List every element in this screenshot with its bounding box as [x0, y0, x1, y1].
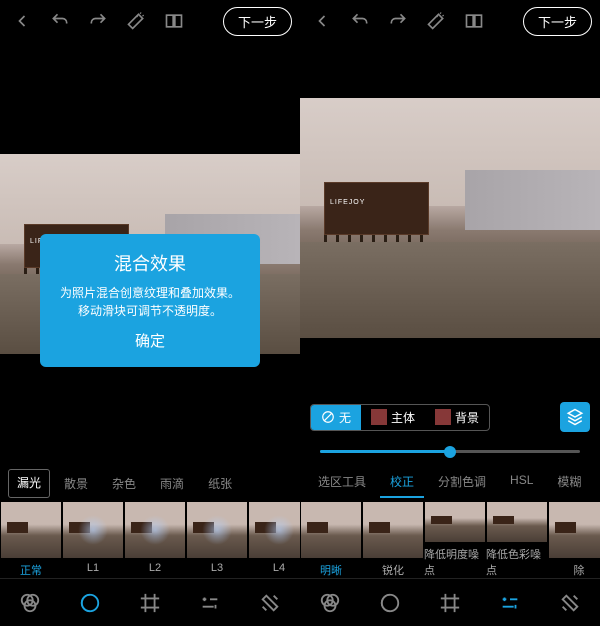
thumb-image [487, 502, 547, 542]
category-tab[interactable]: 漏光 [8, 469, 50, 498]
heal-icon[interactable] [250, 583, 290, 623]
category-tab[interactable]: 校正 [380, 467, 424, 498]
mask-subject-label: 主体 [391, 409, 415, 426]
photo: LIFEJOY [300, 98, 600, 338]
crop-icon[interactable] [130, 583, 170, 623]
category-tab[interactable]: 选区工具 [308, 467, 376, 498]
crop-icon[interactable] [430, 583, 470, 623]
mask-none-label: 无 [339, 409, 351, 426]
mask-background-label: 背景 [455, 409, 479, 426]
bottom-nav [300, 578, 600, 626]
thumb-label: L2 [149, 562, 161, 574]
topbar: 下一步 [0, 0, 300, 42]
thumb-label: L1 [87, 562, 99, 574]
blend-icon[interactable] [370, 583, 410, 623]
thumb-label: 正常 [20, 562, 42, 578]
effect-thumb[interactable]: L4 [248, 502, 300, 578]
back-icon[interactable] [308, 7, 336, 35]
thumb-image [301, 502, 361, 558]
thumb-label: 明晰 [320, 562, 342, 578]
thumb-image [63, 502, 123, 558]
thumb-label: 降低明度噪点 [424, 546, 486, 578]
tooltip-popup: 混合效果 为照片混合创意纹理和叠加效果。移动滑块可调节不透明度。 确定 [40, 234, 260, 367]
redo-icon[interactable] [84, 7, 112, 35]
category-tab[interactable]: 雨滴 [150, 469, 194, 498]
popup-title: 混合效果 [60, 250, 240, 276]
effect-thumb[interactable]: L3 [186, 502, 248, 578]
undo-icon[interactable] [346, 7, 374, 35]
next-button[interactable]: 下一步 [223, 7, 292, 36]
wand-icon[interactable] [122, 7, 150, 35]
effect-thumb[interactable]: L1 [62, 502, 124, 578]
category-tab[interactable]: HSL [500, 467, 543, 498]
thumb-image [249, 502, 300, 558]
blend-icon[interactable] [70, 583, 110, 623]
thumb-label: L4 [273, 562, 285, 574]
screen-left: 下一步 LIFEJOY 混合效果 为照片混合创意纹理和叠加效果。移动滑块可调节不… [0, 0, 300, 626]
thumb-image [549, 502, 600, 558]
heal-icon[interactable] [550, 583, 590, 623]
thumb-label: 除 [574, 562, 585, 578]
mask-thumb-icon [371, 409, 387, 425]
thumb-image [425, 502, 485, 542]
category-tab[interactable]: 模糊 [547, 467, 591, 498]
thumb-row: 明晰 锐化 降低明度噪点降低色彩噪点除 [300, 502, 600, 578]
popup-ok-button[interactable]: 确定 [135, 330, 165, 351]
popup-body: 为照片混合创意纹理和叠加效果。移动滑块可调节不透明度。 [60, 284, 240, 320]
looks-icon[interactable] [310, 583, 350, 623]
category-tab[interactable]: 分割色调 [428, 467, 496, 498]
effect-thumb[interactable]: 锐化 [362, 502, 424, 578]
bottom-nav [0, 578, 300, 626]
topbar: 下一步 [300, 0, 600, 42]
thumb-image [187, 502, 247, 558]
screen-right: 下一步 LIFEJOY 无 主体 背景 [300, 0, 600, 626]
opacity-slider[interactable] [320, 450, 580, 453]
canvas[interactable]: LIFEJOY 混合效果 为照片混合创意纹理和叠加效果。移动滑块可调节不透明度。… [0, 42, 300, 465]
category-tab[interactable]: 纸张 [198, 469, 242, 498]
mask-row: 无 主体 背景 [300, 394, 600, 440]
effect-thumb[interactable]: 降低色彩噪点 [486, 502, 548, 578]
category-tab[interactable]: 散景 [54, 469, 98, 498]
mask-subject[interactable]: 主体 [361, 405, 425, 430]
next-button[interactable]: 下一步 [523, 7, 592, 36]
effect-thumb[interactable]: L2 [124, 502, 186, 578]
thumb-image [363, 502, 423, 558]
effect-thumb[interactable]: 降低明度噪点 [424, 502, 486, 578]
thumb-label: L3 [211, 562, 223, 574]
slider-row [300, 440, 600, 463]
thumb-image [125, 502, 185, 558]
looks-icon[interactable] [10, 583, 50, 623]
mask-none[interactable]: 无 [311, 405, 361, 430]
mask-pill: 无 主体 背景 [310, 404, 490, 431]
effect-thumb[interactable]: 除 [548, 502, 600, 578]
redo-icon[interactable] [384, 7, 412, 35]
mask-thumb-icon [435, 409, 451, 425]
thumb-label: 锐化 [382, 562, 404, 578]
adjust-icon[interactable] [190, 583, 230, 623]
effect-thumb[interactable]: 明晰 [300, 502, 362, 578]
thumb-row: 正常 L1 L2 L3 L4 [0, 502, 300, 578]
back-icon[interactable] [8, 7, 36, 35]
category-row: 选区工具校正分割色调HSL模糊 [300, 463, 600, 502]
photo-text: LIFEJOY [330, 199, 365, 206]
effect-thumb[interactable]: 正常 [0, 502, 62, 578]
canvas[interactable]: LIFEJOY [300, 42, 600, 394]
category-row: 漏光散景杂色雨滴纸张 [0, 465, 300, 502]
undo-icon[interactable] [46, 7, 74, 35]
compare-icon[interactable] [460, 7, 488, 35]
thumb-image [1, 502, 61, 558]
adjust-icon[interactable] [490, 583, 530, 623]
compare-icon[interactable] [160, 7, 188, 35]
mask-background[interactable]: 背景 [425, 405, 489, 430]
layers-button[interactable] [560, 402, 590, 432]
wand-icon[interactable] [422, 7, 450, 35]
thumb-label: 降低色彩噪点 [486, 546, 548, 578]
category-tab[interactable]: 杂色 [102, 469, 146, 498]
